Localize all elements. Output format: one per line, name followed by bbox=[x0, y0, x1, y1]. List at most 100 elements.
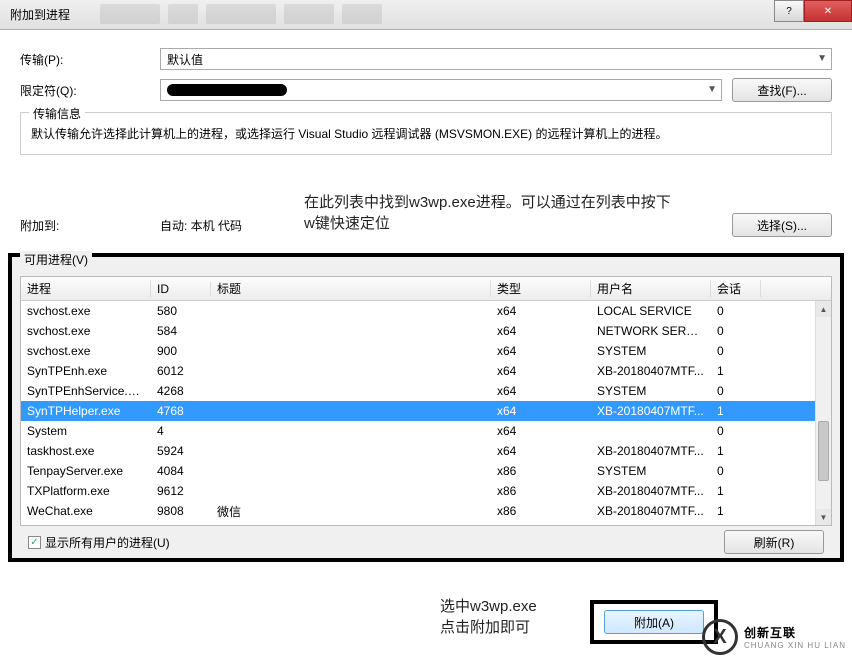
cell: taskhost.exe bbox=[21, 444, 151, 458]
col-title[interactable]: 标题 bbox=[211, 280, 491, 297]
attach-button[interactable]: 附加(A) bbox=[604, 610, 704, 634]
transport-value: 默认值 bbox=[167, 51, 203, 68]
select-button[interactable]: 选择(S)... bbox=[732, 213, 832, 237]
table-row[interactable]: svchost.exe584x64NETWORK SERVICE0 bbox=[21, 321, 831, 341]
watermark-logo: X 创新互联 CHUANG XIN HU LIAN bbox=[702, 619, 846, 655]
cell: SYSTEM bbox=[591, 384, 711, 398]
cell: XB-20180407MTF... bbox=[591, 404, 711, 418]
cell: SynTPEnh.exe bbox=[21, 364, 151, 378]
cell: WeChat.exe bbox=[21, 504, 151, 518]
table-row[interactable]: SynTPHelper.exe4768 x64XB-20180407MTF...1 bbox=[21, 401, 831, 421]
col-session[interactable]: 会话 bbox=[711, 280, 761, 297]
cell: XB-20180407MTF... bbox=[591, 444, 711, 458]
col-user[interactable]: 用户名 bbox=[591, 280, 711, 297]
cell: XB-20180407MTF... bbox=[591, 364, 711, 378]
scrollbar[interactable]: ▲ ▼ bbox=[815, 301, 831, 525]
cell: svchost.exe bbox=[21, 344, 151, 358]
table-row[interactable]: svchost.exe900x64SYSTEM0 bbox=[21, 341, 831, 361]
scroll-up-icon[interactable]: ▲ bbox=[816, 301, 831, 317]
cell: 5924 bbox=[151, 444, 211, 458]
show-all-users-checkbox[interactable]: ✓ 显示所有用户的进程(U) bbox=[28, 534, 170, 551]
find-button[interactable]: 查找(F)... bbox=[732, 78, 832, 102]
scroll-down-icon[interactable]: ▼ bbox=[816, 509, 831, 525]
cell: SynTPHelper.exe bbox=[21, 404, 151, 418]
titlebar-blur bbox=[100, 4, 500, 24]
cell: SYSTEM bbox=[591, 464, 711, 478]
col-id[interactable]: ID bbox=[151, 282, 211, 296]
cell: SYSTEM bbox=[591, 344, 711, 358]
available-processes-title: 可用进程(V) bbox=[20, 251, 92, 268]
table-row[interactable]: svchost.exe580x64LOCAL SERVICE0 bbox=[21, 301, 831, 321]
cell: 0 bbox=[711, 324, 761, 338]
annotation-attach: 选中w3wp.exe 点击附加即可 bbox=[440, 596, 537, 638]
table-row[interactable]: WeChat.exe9808微信x86XB-20180407MTF...1 bbox=[21, 501, 831, 521]
cell: SynTPEnhService.exe bbox=[21, 384, 151, 398]
col-process[interactable]: 进程 bbox=[21, 280, 151, 297]
chevron-down-icon: ▼ bbox=[817, 53, 827, 64]
scroll-thumb[interactable] bbox=[818, 421, 829, 481]
table-row[interactable]: taskhost.exe5924 x64XB-20180407MTF...1 bbox=[21, 441, 831, 461]
cell: x64 bbox=[491, 384, 591, 398]
transport-label: 传输(P): bbox=[20, 51, 160, 68]
cell: 1 bbox=[711, 364, 761, 378]
transport-info-group: 传输信息 默认传输允许选择此计算机上的进程，或选择运行 Visual Studi… bbox=[20, 112, 832, 155]
process-table: 进程 ID 标题 类型 用户名 会话 svchost.exe580x64LOCA… bbox=[20, 276, 832, 526]
logo-subtext: CHUANG XIN HU LIAN bbox=[744, 641, 846, 650]
table-row[interactable]: TenpayServer.exe4084x86SYSTEM0 bbox=[21, 461, 831, 481]
cell: x64 bbox=[491, 324, 591, 338]
table-row[interactable]: SynTPEnh.exe6012x64XB-20180407MTF...1 bbox=[21, 361, 831, 381]
transport-info-text: 默认传输允许选择此计算机上的进程，或选择运行 Visual Studio 远程调… bbox=[31, 121, 821, 146]
transport-select[interactable]: 默认值 ▼ bbox=[160, 48, 832, 70]
table-header: 进程 ID 标题 类型 用户名 会话 bbox=[21, 277, 831, 301]
cell: XB-20180407MTF... bbox=[591, 504, 711, 518]
annotation-find-w3wp: 在此列表中找到w3wp.exe进程。可以通过在列表中按下 w键快速定位 bbox=[304, 192, 671, 234]
cell: 0 bbox=[711, 304, 761, 318]
cell: x86 bbox=[491, 504, 591, 518]
transport-info-title: 传输信息 bbox=[29, 105, 85, 122]
cell: 4 bbox=[151, 424, 211, 438]
close-button[interactable]: ✕ bbox=[804, 0, 852, 22]
cell: 9808 bbox=[151, 504, 211, 518]
cell: x64 bbox=[491, 304, 591, 318]
cell: 微信 bbox=[211, 503, 491, 520]
qualifier-label: 限定符(Q): bbox=[20, 82, 160, 99]
cell: TenpayServer.exe bbox=[21, 464, 151, 478]
cell: x64 bbox=[491, 444, 591, 458]
cell: 4768 bbox=[151, 404, 211, 418]
cell: x64 bbox=[491, 364, 591, 378]
cell: 0 bbox=[711, 464, 761, 478]
chevron-down-icon: ▼ bbox=[707, 84, 717, 95]
col-type[interactable]: 类型 bbox=[491, 280, 591, 297]
cell: svchost.exe bbox=[21, 324, 151, 338]
cell: 0 bbox=[711, 344, 761, 358]
cell: x86 bbox=[491, 464, 591, 478]
cell: svchost.exe bbox=[21, 304, 151, 318]
cell: x64 bbox=[491, 344, 591, 358]
attach-to-label: 附加到: bbox=[20, 217, 160, 234]
show-all-users-label: 显示所有用户的进程(U) bbox=[45, 534, 170, 551]
checkbox-icon: ✓ bbox=[28, 536, 41, 549]
cell: 1 bbox=[711, 444, 761, 458]
qualifier-value-redacted bbox=[167, 84, 287, 96]
attach-button-box: 附加(A) bbox=[590, 600, 718, 644]
cell: 584 bbox=[151, 324, 211, 338]
refresh-button[interactable]: 刷新(R) bbox=[724, 530, 824, 554]
cell: 580 bbox=[151, 304, 211, 318]
cell: 1 bbox=[711, 404, 761, 418]
cell: 1 bbox=[711, 504, 761, 518]
titlebar: 附加到进程 ? ✕ bbox=[0, 0, 852, 30]
cell: 0 bbox=[711, 424, 761, 438]
table-row[interactable]: SynTPEnhService.exe4268 x64SYSTEM0 bbox=[21, 381, 831, 401]
cell: 0 bbox=[711, 384, 761, 398]
cell: 1 bbox=[711, 484, 761, 498]
qualifier-select[interactable]: ▼ bbox=[160, 79, 722, 101]
table-row[interactable]: System4 x64 0 bbox=[21, 421, 831, 441]
cell: 4268 bbox=[151, 384, 211, 398]
cell: XB-20180407MTF... bbox=[591, 484, 711, 498]
help-button[interactable]: ? bbox=[774, 0, 804, 22]
cell: x64 bbox=[491, 424, 591, 438]
cell: System bbox=[21, 424, 151, 438]
cell: x64 bbox=[491, 404, 591, 418]
table-row[interactable]: TXPlatform.exe9612x86XB-20180407MTF...1 bbox=[21, 481, 831, 501]
cell: 9612 bbox=[151, 484, 211, 498]
